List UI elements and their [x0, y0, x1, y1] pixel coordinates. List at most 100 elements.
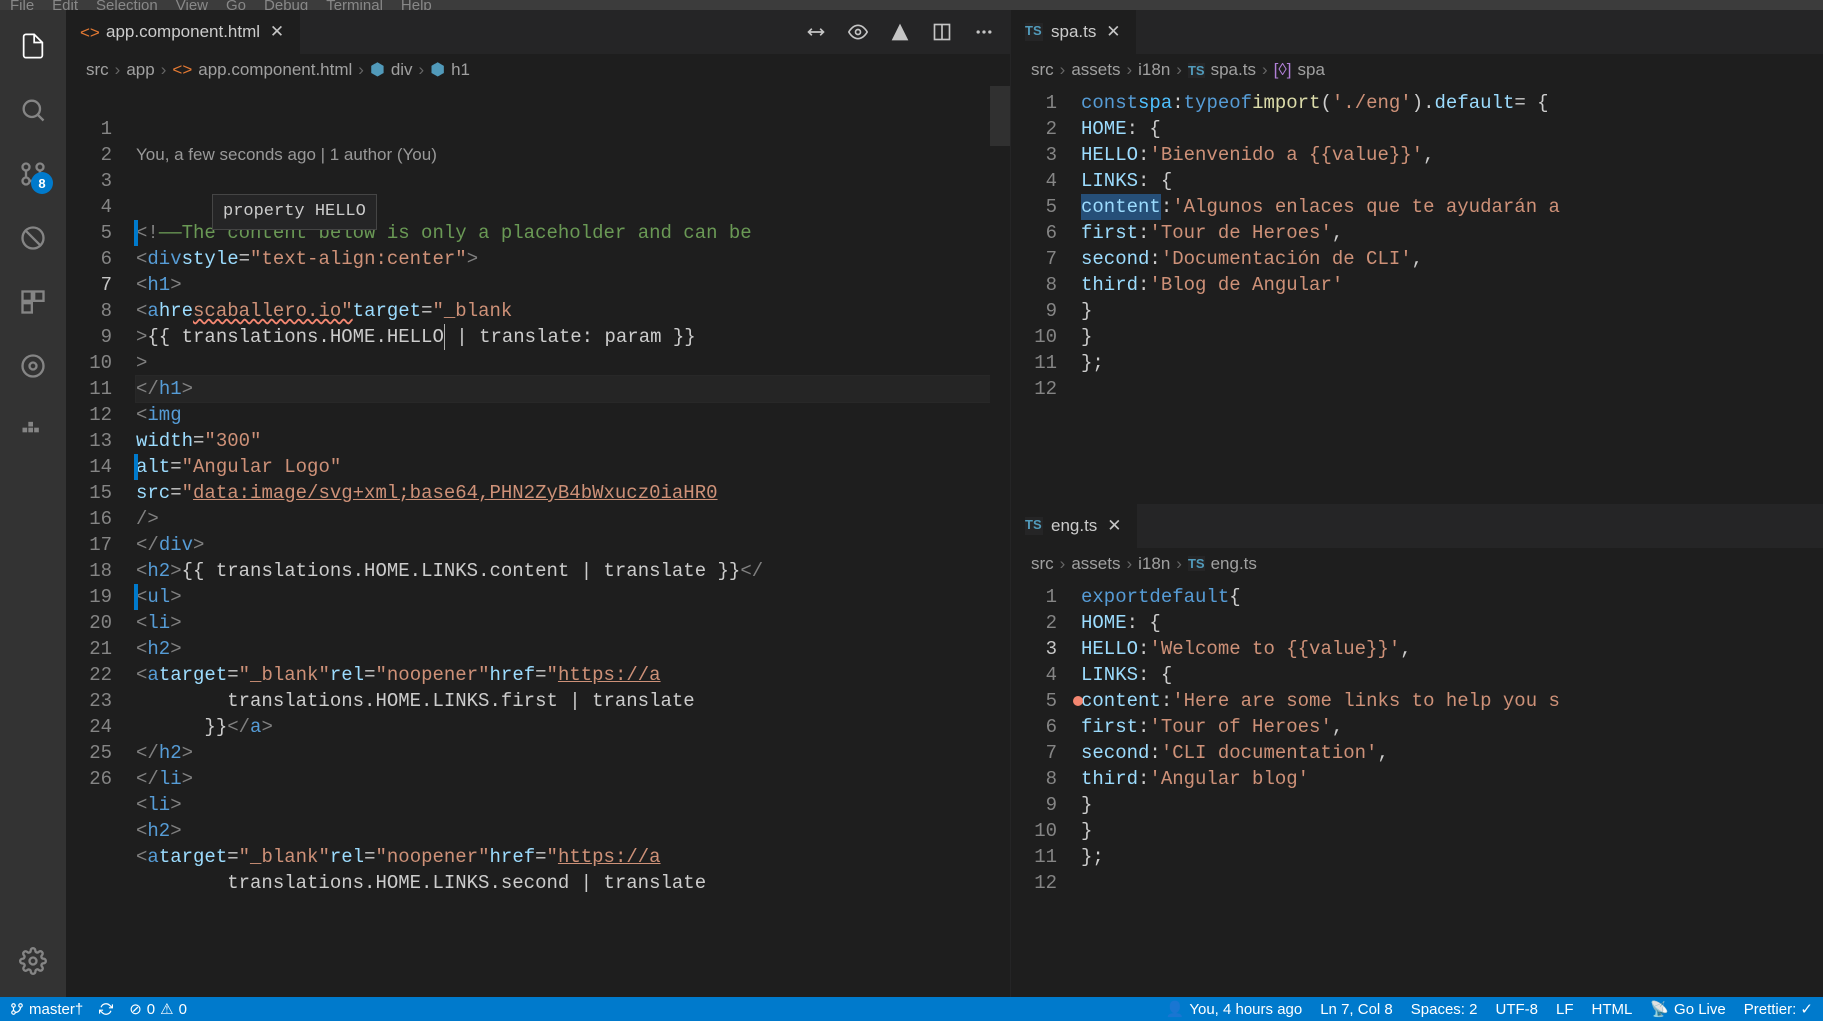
gear-icon[interactable] [17, 945, 49, 977]
code-line[interactable]: <a target="_blank" rel="noopener" href="… [136, 844, 990, 870]
code-line[interactable]: <h2> [136, 636, 990, 662]
code-line[interactable]: translations.HOME.LINKS.second | transla… [136, 870, 990, 896]
editor-actions [806, 10, 1010, 54]
code-line[interactable]: }}</a> [136, 714, 990, 740]
breadcrumbs-left[interactable]: src› app› <>app.component.html› ⬢div› ⬢h… [66, 54, 1010, 86]
code-editor-left[interactable]: 1234567891011121314151617181920212223242… [66, 86, 1010, 997]
code-line[interactable]: </h2> [136, 740, 990, 766]
code-line[interactable]: LINKS: { [1081, 168, 1823, 194]
open-changes-icon[interactable] [890, 22, 910, 42]
status-lang[interactable]: HTML [1592, 1000, 1633, 1018]
code-line[interactable]: third: 'Angular blog' [1081, 766, 1823, 792]
code-line[interactable]: third: 'Blog de Angular' [1081, 272, 1823, 298]
status-spaces[interactable]: Spaces: 2 [1411, 1000, 1478, 1018]
code-line[interactable]: first: 'Tour of Heroes', [1081, 714, 1823, 740]
close-icon[interactable]: ✕ [268, 23, 286, 41]
status-blame[interactable]: 👤 You, 4 hours ago [1166, 1000, 1303, 1018]
code-line[interactable]: <h1> [136, 272, 990, 298]
search-icon[interactable] [17, 94, 49, 126]
scm-badge: 8 [31, 172, 53, 194]
tab-bar-tr: TS spa.ts ✕ [1011, 10, 1823, 54]
code-line[interactable]: </div> [136, 532, 990, 558]
tab-spa-ts[interactable]: TS spa.ts ✕ [1011, 10, 1137, 54]
code-line[interactable]: } [1081, 792, 1823, 818]
code-line[interactable]: second: 'CLI documentation', [1081, 740, 1823, 766]
status-sync[interactable] [99, 1002, 113, 1016]
code-editor-br[interactable]: 123456789101112 export default { HOME: {… [1011, 580, 1823, 998]
code-line[interactable]: <img [136, 402, 990, 428]
code-line[interactable] [1081, 376, 1823, 402]
preview-icon[interactable] [848, 22, 868, 42]
status-bar: master† ⊘0 ⚠0 👤 You, 4 hours ago Ln 7, C… [0, 997, 1823, 1021]
code-line[interactable]: }; [1081, 350, 1823, 376]
close-icon[interactable]: ✕ [1104, 23, 1122, 41]
intellisense-tooltip: property HELLO [212, 194, 377, 230]
code-line[interactable]: translations.HOME.LINKS.first | translat… [136, 688, 990, 714]
code-line[interactable]: first: 'Tour de Heroes', [1081, 220, 1823, 246]
status-encoding[interactable]: UTF-8 [1495, 1000, 1538, 1018]
breadcrumbs-br[interactable]: src› assets› i18n› TS eng.ts [1011, 548, 1823, 580]
split-icon[interactable] [932, 22, 952, 42]
code-line[interactable]: <h2>{{ translations.HOME.LINKS.content |… [136, 558, 990, 584]
code-line[interactable]: } [1081, 298, 1823, 324]
more-icon[interactable] [974, 22, 994, 42]
code-line[interactable]: LINKS: { [1081, 662, 1823, 688]
html-file-icon: <> [80, 23, 98, 41]
explorer-icon[interactable] [17, 30, 49, 62]
code-line[interactable]: <ul> [136, 584, 990, 610]
code-line[interactable]: > [136, 350, 990, 376]
status-golive[interactable]: 📡 Go Live [1650, 1000, 1725, 1018]
code-editor-tr[interactable]: 123456789101112 const spa: typeof import… [1011, 86, 1823, 503]
tab-eng-ts[interactable]: TS eng.ts ✕ [1011, 504, 1138, 548]
ts-file-icon: TS [1025, 517, 1043, 535]
status-prettier[interactable]: Prettier: ✓ [1744, 1000, 1813, 1018]
code-line[interactable]: } [1081, 818, 1823, 844]
code-line[interactable]: HOME: { [1081, 610, 1823, 636]
code-line[interactable]: content: 'Algunos enlaces que te ayudará… [1081, 194, 1823, 220]
extensions-icon[interactable] [17, 286, 49, 318]
code-line[interactable]: }; [1081, 844, 1823, 870]
code-line[interactable]: HOME: { [1081, 116, 1823, 142]
code-line[interactable]: <h2> [136, 818, 990, 844]
code-line[interactable]: <div style="text-align:center"> [136, 246, 990, 272]
codelens-authors[interactable]: You, a few seconds ago | 1 author (You) [136, 142, 990, 168]
status-branch[interactable]: master† [10, 1001, 83, 1018]
status-position[interactable]: Ln 7, Col 8 [1320, 1000, 1393, 1018]
status-problems[interactable]: ⊘0 ⚠0 [129, 1000, 187, 1018]
activity-bar: 8 [0, 10, 66, 997]
code-line[interactable]: const spa: typeof import('./eng').defaul… [1081, 90, 1823, 116]
code-line[interactable]: content: 'Here are some links to help yo… [1081, 688, 1823, 714]
code-line[interactable]: HELLO: 'Bienvenido a {{value}}', [1081, 142, 1823, 168]
code-line[interactable]: src="data:image/svg+xml;base64,PHN2ZyB4b… [136, 480, 990, 506]
debug-icon[interactable] [17, 222, 49, 254]
tab-app-component[interactable]: <> app.component.html ✕ [66, 10, 301, 54]
code-line[interactable]: <li> [136, 792, 990, 818]
ts-file-icon: TS [1188, 63, 1205, 78]
status-eol[interactable]: LF [1556, 1000, 1574, 1018]
code-line[interactable]: } [1081, 324, 1823, 350]
code-line[interactable]: >{{ translations.HOME.HELLO​ | translate… [136, 324, 990, 350]
docker-icon[interactable] [17, 414, 49, 446]
code-line[interactable] [1081, 870, 1823, 896]
code-line[interactable]: <li> [136, 610, 990, 636]
code-line[interactable]: alt="Angular Logo" [136, 454, 990, 480]
html-file-icon: <> [172, 60, 192, 80]
minimap[interactable] [990, 86, 1010, 997]
code-line[interactable]: </h1> [136, 376, 990, 402]
breadcrumbs-tr[interactable]: src› assets› i18n› TS spa.ts› [◊]spa [1011, 54, 1823, 86]
tab-label: eng.ts [1051, 516, 1097, 536]
scm-icon[interactable]: 8 [17, 158, 49, 190]
ts-file-icon: TS [1025, 23, 1043, 41]
close-icon[interactable]: ✕ [1105, 517, 1123, 535]
gitlens-icon[interactable] [17, 350, 49, 382]
code-line[interactable]: /> [136, 506, 990, 532]
menubar: File Edit Selection View Go Debug Termin… [0, 0, 1823, 10]
code-line[interactable]: </li> [136, 766, 990, 792]
code-line[interactable]: <a hre scaballero.io" target="_blank [136, 298, 990, 324]
code-line[interactable]: HELLO: 'Welcome to {{value}}', [1081, 636, 1823, 662]
code-line[interactable]: width="300" [136, 428, 990, 454]
compare-icon[interactable] [806, 22, 826, 42]
code-line[interactable]: export default { [1081, 584, 1823, 610]
code-line[interactable]: second: 'Documentación de CLI', [1081, 246, 1823, 272]
code-line[interactable]: <a target="_blank" rel="noopener" href="… [136, 662, 990, 688]
